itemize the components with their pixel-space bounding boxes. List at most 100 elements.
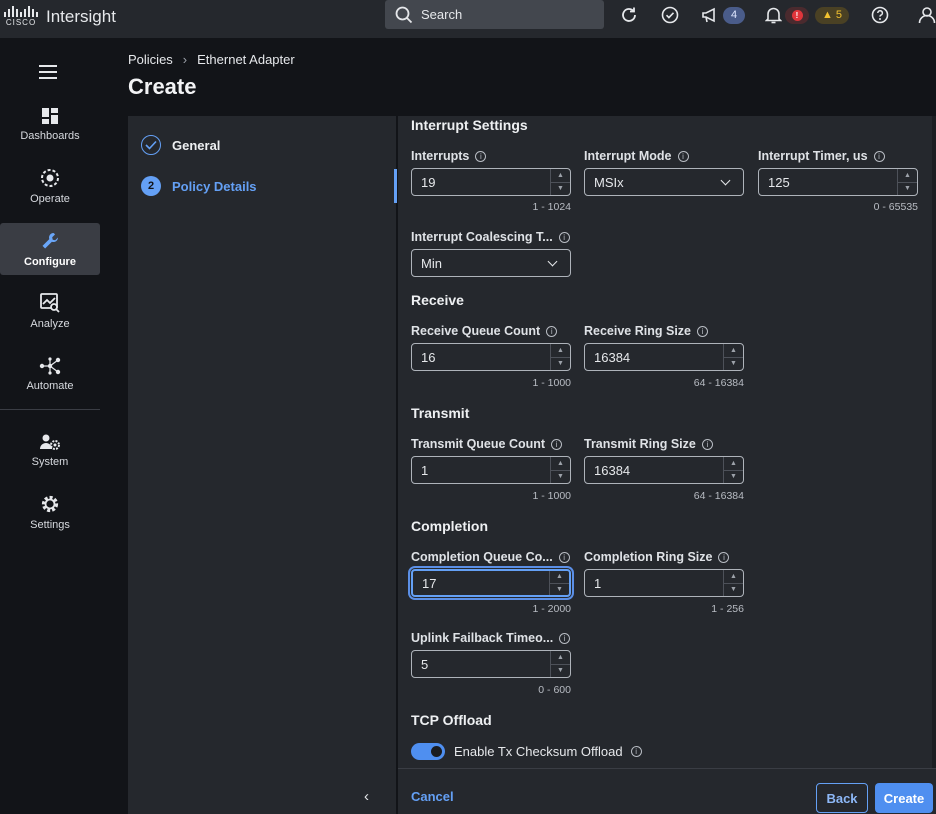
receive-queue-count-stepper[interactable]: ▲ ▼ <box>550 344 570 370</box>
scrollbar[interactable] <box>932 116 936 768</box>
interrupt-mode-select[interactable]: MSIx <box>584 168 744 196</box>
step-label: General <box>172 137 221 153</box>
warning-alarm-badge[interactable]: ▲ 5 <box>815 4 849 26</box>
stepper-down-icon[interactable]: ▼ <box>551 663 570 678</box>
refresh-icon[interactable] <box>620 4 638 26</box>
stepper-down-icon[interactable]: ▼ <box>724 469 743 484</box>
sidebar-item-settings[interactable]: Settings <box>0 486 100 538</box>
bell-icon <box>765 7 782 24</box>
sidebar-item-system[interactable]: System <box>0 424 100 476</box>
stepper-up-icon[interactable]: ▲ <box>724 344 743 357</box>
interrupt-timer-input[interactable]: 125 ▲ ▼ <box>758 168 918 196</box>
transmit-queue-count-stepper[interactable]: ▲ ▼ <box>550 457 570 483</box>
step-policy-details[interactable]: 2 Policy Details <box>141 176 257 196</box>
collapse-panel-icon[interactable]: ‹ <box>364 788 369 805</box>
transmit-ring-size-input[interactable]: 16384 ▲ ▼ <box>584 456 744 484</box>
step-general[interactable]: General <box>141 135 220 155</box>
critical-alarm-badge[interactable]: ! <box>785 6 809 24</box>
sidebar-item-label: Settings <box>30 518 70 531</box>
info-icon[interactable]: i <box>701 438 713 450</box>
stepper-up-icon[interactable]: ▲ <box>551 457 570 470</box>
interrupts-label: Interrupts i <box>411 149 487 163</box>
transmit-queue-count-input[interactable]: 1 ▲ ▼ <box>411 456 571 484</box>
automate-icon <box>39 356 61 375</box>
breadcrumb-policies[interactable]: Policies <box>128 52 173 67</box>
interrupts-stepper[interactable]: ▲ ▼ <box>550 169 570 195</box>
receive-ring-size-input[interactable]: 16384 ▲ ▼ <box>584 343 744 371</box>
announcements-button[interactable]: 4 <box>701 4 745 26</box>
uplink-failback-timeout-value: 5 <box>421 656 429 672</box>
stepper-up-icon[interactable]: ▲ <box>724 457 743 470</box>
sidebar-item-configure[interactable]: Configure <box>0 223 100 275</box>
sidebar-item-operate[interactable]: Operate <box>0 160 100 212</box>
tx-checksum-offload-label: Enable Tx Checksum Offload i <box>454 744 642 759</box>
receive-ring-size-value: 16384 <box>594 349 631 365</box>
transmit-ring-size-stepper[interactable]: ▲ ▼ <box>723 457 743 483</box>
sidebar-item-analyze[interactable]: Analyze <box>0 285 100 337</box>
uplink-failback-timeout-stepper[interactable]: ▲ ▼ <box>550 651 570 677</box>
completion-queue-count-stepper[interactable]: ▲ ▼ <box>549 571 569 595</box>
receive-ring-size-label: Receive Ring Size i <box>584 324 708 338</box>
info-icon[interactable]: i <box>558 551 570 563</box>
section-tcp-offload: TCP Offload <box>411 712 492 728</box>
interrupts-input[interactable]: 19 ▲ ▼ <box>411 168 571 196</box>
interrupt-coalescing-select[interactable]: Min <box>411 249 571 277</box>
interrupt-timer-label: Interrupt Timer, us i <box>758 149 885 163</box>
completion-ring-size-stepper[interactable]: ▲ ▼ <box>723 570 743 596</box>
sidebar-item-dashboards[interactable]: Dashboards <box>0 98 100 150</box>
sidebar-item-label: Operate <box>30 192 70 205</box>
cancel-button[interactable]: Cancel <box>411 789 454 804</box>
info-icon[interactable]: i <box>546 325 558 337</box>
interrupts-value: 19 <box>421 174 436 190</box>
stepper-up-icon[interactable]: ▲ <box>551 169 570 182</box>
form-footer: Cancel Back Create <box>398 768 936 814</box>
stepper-down-icon[interactable]: ▼ <box>724 356 743 371</box>
info-icon[interactable]: i <box>718 551 730 563</box>
completion-ring-size-label: Completion Ring Size i <box>584 550 730 564</box>
stepper-up-icon[interactable]: ▲ <box>551 651 570 664</box>
info-icon[interactable]: i <box>558 231 570 243</box>
completion-queue-count-range: 1 - 2000 <box>532 603 571 615</box>
completion-queue-count-input[interactable]: 17 ▲ ▼ <box>411 569 571 597</box>
sidebar-item-automate[interactable]: Automate <box>0 348 100 400</box>
completion-ring-size-value: 1 <box>594 575 602 591</box>
hamburger-menu-icon[interactable] <box>39 65 57 83</box>
user-profile-icon[interactable] <box>918 4 936 26</box>
back-button[interactable]: Back <box>816 783 868 813</box>
system-icon <box>40 434 60 450</box>
stepper-down-icon[interactable]: ▼ <box>551 356 570 371</box>
check-circle-icon[interactable] <box>661 4 679 26</box>
receive-queue-count-input[interactable]: 16 ▲ ▼ <box>411 343 571 371</box>
interrupt-coalescing-label: Interrupt Coalescing T... i <box>411 230 570 244</box>
create-button[interactable]: Create <box>875 783 933 813</box>
uplink-failback-timeout-input[interactable]: 5 ▲ ▼ <box>411 650 571 678</box>
info-icon[interactable]: i <box>559 632 571 644</box>
notifications-button[interactable]: ! <box>765 4 809 26</box>
help-icon[interactable] <box>871 4 889 26</box>
chevron-down-icon <box>547 256 558 267</box>
stepper-down-icon[interactable]: ▼ <box>551 469 570 484</box>
receive-ring-size-stepper[interactable]: ▲ ▼ <box>723 344 743 370</box>
stepper-down-icon[interactable]: ▼ <box>724 582 743 597</box>
stepper-down-icon[interactable]: ▼ <box>550 582 569 596</box>
info-icon[interactable]: i <box>630 746 642 757</box>
stepper-up-icon[interactable]: ▲ <box>551 344 570 357</box>
info-icon[interactable]: i <box>697 325 708 337</box>
stepper-up-icon[interactable]: ▲ <box>724 570 743 583</box>
sidebar-item-label: Analyze <box>30 317 70 330</box>
stepper-up-icon[interactable]: ▲ <box>898 169 917 182</box>
tx-checksum-offload-toggle[interactable] <box>411 743 445 760</box>
stepper-down-icon[interactable]: ▼ <box>551 181 570 196</box>
completion-ring-size-input[interactable]: 1 ▲ ▼ <box>584 569 744 597</box>
policy-details-form: Interrupt Settings Interrupts i 19 ▲ ▼ 1 -… <box>398 116 936 814</box>
info-icon[interactable]: i <box>475 150 487 162</box>
interrupt-timer-value: 125 <box>768 174 790 190</box>
info-icon[interactable]: i <box>551 438 563 450</box>
stepper-down-icon[interactable]: ▼ <box>898 181 917 196</box>
info-icon[interactable]: i <box>873 150 885 162</box>
transmit-ring-size-label: Transmit Ring Size i <box>584 437 713 451</box>
stepper-up-icon[interactable]: ▲ <box>550 571 569 583</box>
info-icon[interactable]: i <box>677 150 689 162</box>
warning-count: 5 <box>835 9 842 21</box>
interrupt-timer-stepper[interactable]: ▲ ▼ <box>897 169 917 195</box>
